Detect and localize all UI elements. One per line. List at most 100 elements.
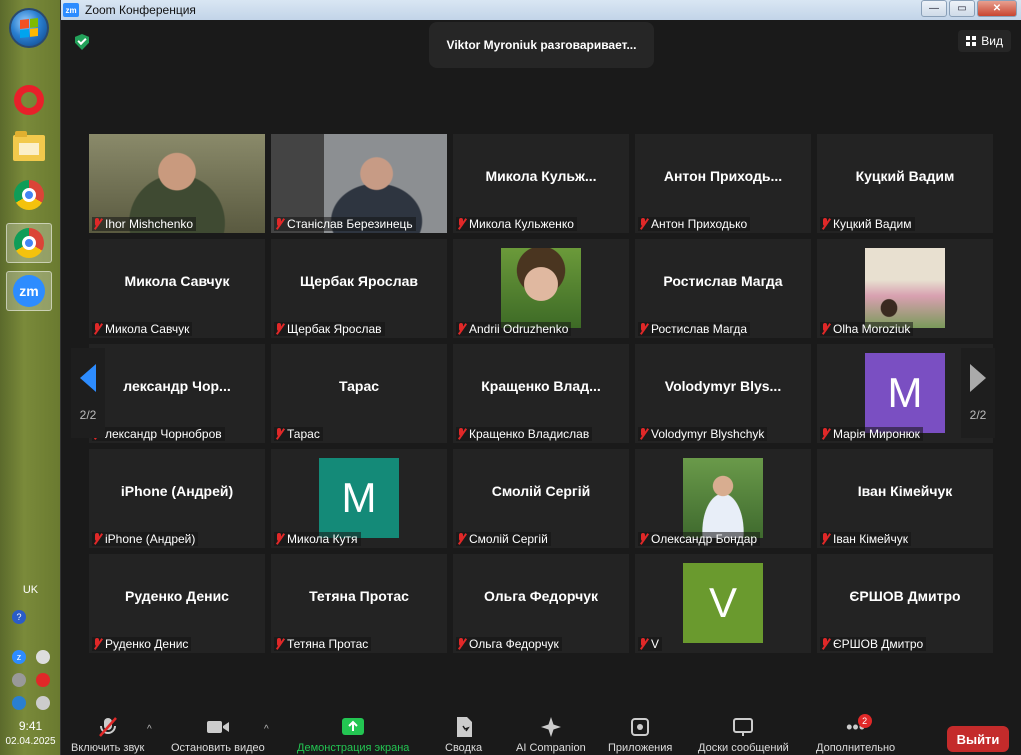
participant-tile[interactable]: Andrii Odruzhenko [453, 239, 629, 338]
participant-tile[interactable]: Ростислав Магда Ростислав Магда [635, 239, 811, 338]
taskbar-explorer[interactable] [6, 128, 52, 168]
participant-tile[interactable]: Кращенко Влад... Кращенко Владислав [453, 344, 629, 443]
participant-tile[interactable]: Тетяна Протас Тетяна Протас [271, 554, 447, 653]
volume-icon[interactable] [12, 673, 26, 687]
participant-tile[interactable]: Руденко Денис Руденко Денис [89, 554, 265, 653]
participant-name-label: Микола Кульженко [456, 217, 577, 231]
taskbar-chrome-2[interactable] [6, 223, 52, 263]
mic-muted-icon [456, 428, 466, 440]
opera-icon [14, 85, 44, 115]
zoom-icon: zm [13, 275, 45, 307]
participant-tile[interactable]: Ольга Федорчук Ольга Федорчук [453, 554, 629, 653]
taskbar-opera[interactable] [6, 80, 52, 120]
participant-name-label: V [638, 637, 663, 651]
participant-name-label: Andrii Odruzhenko [456, 322, 572, 336]
minimize-button[interactable]: — [921, 0, 947, 17]
mic-muted-icon [638, 323, 648, 335]
participant-tile[interactable]: Volodymyr Blys... Volodymyr Blyshchyk [635, 344, 811, 443]
participant-tile[interactable]: Олександр Бондар [635, 449, 811, 548]
participant-tile[interactable]: Микола Кульж... Микола Кульженко [453, 134, 629, 233]
participant-name: Куцкий Вадим [833, 217, 912, 231]
participant-tile[interactable]: Olha Moroziuk [817, 239, 993, 338]
taskbar-chrome[interactable] [6, 175, 52, 215]
participant-tile[interactable]: Станіслав Березинець [271, 134, 447, 233]
ai-companion-button[interactable]: AI Companion [516, 716, 586, 754]
participant-display-name: лександр Чор... [123, 377, 231, 394]
apps-button[interactable]: Приложения [608, 716, 672, 754]
more-badge: 2 [857, 714, 872, 728]
stop-video-button[interactable]: Остановить видео [171, 716, 265, 754]
stop-video-label: Остановить видео [171, 742, 265, 754]
more-icon: ••• 2 [844, 714, 872, 738]
participant-tile[interactable]: Тарас Тарас [271, 344, 447, 443]
help-icon[interactable]: ? [12, 610, 26, 624]
opera-tray-icon[interactable] [36, 673, 50, 687]
start-button[interactable] [9, 8, 49, 48]
zoom-tray-icon[interactable]: z [12, 650, 26, 664]
participant-name-label: Щербак Ярослав [274, 322, 385, 336]
participant-name: iPhone (Андрей) [105, 532, 196, 546]
display-icon[interactable] [36, 696, 50, 710]
leave-button[interactable]: Выйти [947, 726, 1009, 752]
participant-tile[interactable]: лександр Чор... лександр Чорнобров [89, 344, 265, 443]
participant-display-name: Руденко Денис [125, 587, 229, 604]
audio-options-caret[interactable]: ^ [147, 724, 152, 735]
participant-name-label: Микола Кутя [274, 532, 361, 546]
participant-name: Іван Кімейчук [833, 532, 908, 546]
participant-tile[interactable]: Микола Савчук Микола Савчук [89, 239, 265, 338]
participant-tile[interactable]: Щербак Ярослав Щербак Ярослав [271, 239, 447, 338]
participant-name-label: Іван Кімейчук [820, 532, 911, 546]
battery-icon[interactable] [36, 650, 50, 664]
summary-icon [452, 716, 476, 738]
participant-name: Станіслав Березинець [287, 217, 413, 231]
participant-tile[interactable]: Куцкий Вадим Куцкий Вадим [817, 134, 993, 233]
participant-video [865, 248, 945, 328]
grid-icon [966, 36, 977, 46]
participant-name: Тетяна Протас [287, 637, 369, 651]
network-icon[interactable] [12, 696, 26, 710]
participant-tile[interactable]: Ihor Mishchenko [89, 134, 265, 233]
participant-display-name: Антон Приходь... [663, 167, 783, 184]
participant-tile[interactable]: Антон Приходь... Антон Приходько [635, 134, 811, 233]
summary-button[interactable]: Сводка [445, 716, 482, 754]
participant-name-label: Olha Moroziuk [820, 322, 914, 336]
unmute-button[interactable]: Включить звук [71, 716, 144, 754]
video-options-caret[interactable]: ^ [264, 724, 269, 735]
view-button[interactable]: Вид [958, 30, 1011, 52]
mic-muted-icon [92, 323, 102, 335]
participant-tile[interactable]: iPhone (Андрей) iPhone (Андрей) [89, 449, 265, 548]
clock-date[interactable]: 02.04.2025 [0, 736, 61, 747]
whiteboard-icon [731, 716, 755, 738]
participant-name-label: Ростислав Магда [638, 322, 751, 336]
apps-label: Приложения [608, 742, 673, 754]
participant-name-label: Олександр Бондар [638, 532, 761, 546]
participant-tile[interactable]: Смолій Сергій Смолій Сергій [453, 449, 629, 548]
participant-tile[interactable]: ЄРШОВ Дмитро ЄРШОВ Дмитро [817, 554, 993, 653]
whiteboards-button[interactable]: Доски сообщений [698, 716, 789, 754]
next-page-button[interactable]: 2/2 [961, 348, 995, 438]
window-title: Zoom Конференция [85, 3, 196, 17]
participant-display-name: Щербак Ярослав [300, 272, 418, 289]
participant-tile[interactable]: M Микола Кутя [271, 449, 447, 548]
maximize-button[interactable]: ▭ [949, 0, 975, 17]
mic-muted-icon [820, 638, 830, 650]
language-indicator[interactable]: UK [0, 584, 61, 596]
windows-taskbar: zm UK ? z 9:41 02.04.2025 [0, 0, 61, 755]
participant-tile[interactable]: VV [635, 554, 811, 653]
more-button[interactable]: ••• 2 Дополнительно [816, 714, 895, 754]
zoom-app-icon: zm [63, 3, 79, 17]
participant-name-label: Тетяна Протас [274, 637, 372, 651]
participant-display-name: Микола Савчук [124, 272, 230, 289]
prev-page-button[interactable]: 2/2 [71, 348, 105, 438]
mic-muted-icon [92, 533, 102, 545]
share-screen-button[interactable]: Демонстрация экрана [297, 716, 409, 754]
zoom-window: zm Zoom Конференция — ▭ ✕ Viktor Myroniu… [61, 0, 1021, 755]
participant-name: Volodymyr Blyshchyk [651, 427, 765, 441]
close-button[interactable]: ✕ [977, 0, 1017, 17]
clock-time[interactable]: 9:41 [0, 719, 61, 733]
participant-display-name: iPhone (Андрей) [120, 482, 234, 499]
taskbar-zoom[interactable]: zm [6, 271, 52, 311]
participant-tile[interactable]: Іван Кімейчук Іван Кімейчук [817, 449, 993, 548]
whiteboards-label: Доски сообщений [698, 742, 789, 754]
participant-name: Руденко Денис [105, 637, 189, 651]
